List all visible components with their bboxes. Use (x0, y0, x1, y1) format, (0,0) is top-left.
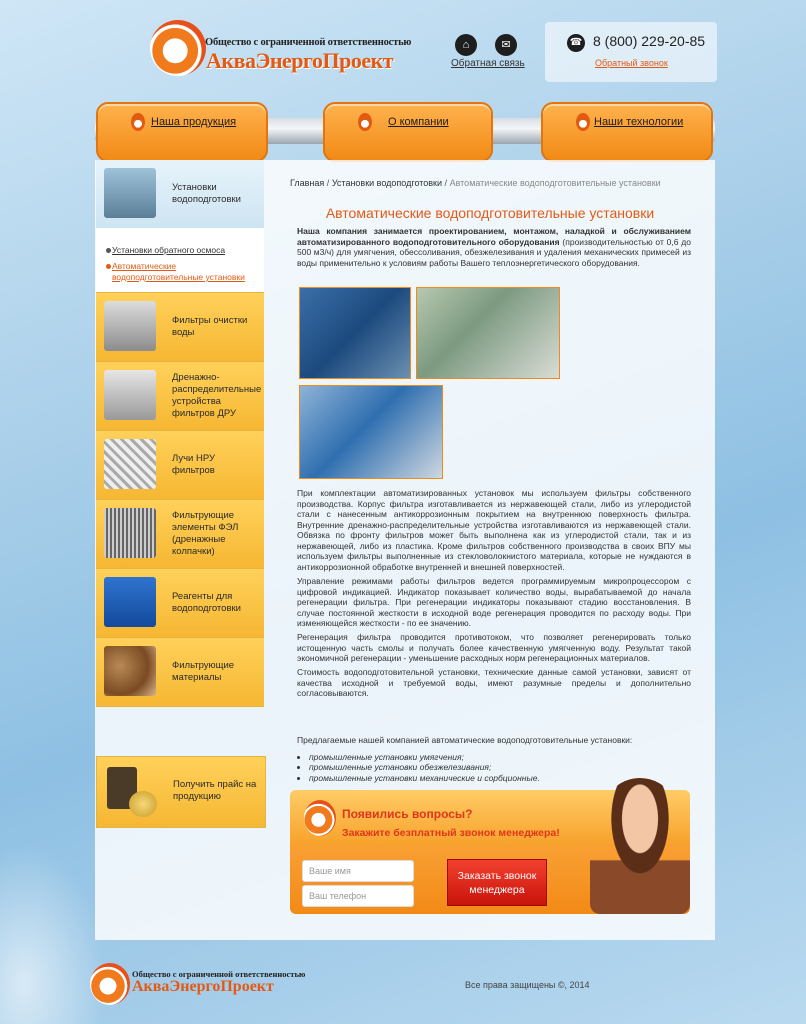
sidebar-item-dru[interactable]: Дренажно-распределительные устройства фи… (96, 362, 264, 431)
nav-about[interactable]: О компании (323, 102, 493, 162)
dru-thumb (104, 370, 156, 420)
drop-icon (358, 113, 372, 131)
sidebar-item-water-treatment[interactable]: Установки водоподготовки (96, 160, 264, 228)
phone-icon: ☎ (567, 34, 585, 52)
sidebar: Установки водоподготовки Установки обрат… (96, 160, 264, 707)
callback-offer: Закажите безплатный звонок менеджера! (342, 827, 560, 839)
paragraph-regeneration: Регенерация фильтра проводится противото… (297, 632, 691, 663)
sidebar-item-label: Дренажно-распределительные устройства фи… (172, 372, 262, 419)
breadcrumb: Главная / Установки водоподготовки / Авт… (290, 178, 661, 188)
feedback-link[interactable]: Обратная связь (451, 58, 525, 69)
sidebar-item-label: Установки водоподготовки (172, 182, 241, 205)
filters-thumb (104, 301, 156, 351)
name-input[interactable]: Ваше имя (302, 860, 414, 882)
photo-installation-3[interactable] (299, 385, 443, 479)
nav-technologies[interactable]: Наши технологии (541, 102, 713, 162)
drop-icon (576, 113, 590, 131)
mail-icon[interactable]: ✉ (495, 34, 517, 56)
nav-about-label[interactable]: О компании (388, 116, 449, 128)
sidebar-item-materials[interactable]: Фильтрующие материалы (96, 638, 264, 707)
photo-installation-1[interactable] (299, 287, 411, 379)
footer-logo-drop-icon (90, 963, 130, 1005)
breadcrumb-separator: / (326, 178, 330, 188)
submenu-reverse-osmosis[interactable]: Установки обратного осмоса (106, 245, 225, 256)
footer-copyright: Все права защищены ©, 2014 (465, 980, 590, 990)
coins-icon (129, 791, 157, 817)
breadcrumb-section[interactable]: Установки водоподготовки (332, 178, 442, 188)
breadcrumb-home[interactable]: Главная (290, 178, 324, 188)
materials-thumb (104, 646, 156, 696)
home-icon[interactable]: ⌂ (455, 34, 477, 56)
phone-input[interactable]: Ваш телефон (302, 885, 414, 907)
logo-drop-icon (150, 20, 206, 76)
company-logo[interactable]: Общество с ограниченной ответственностью… (150, 20, 430, 80)
nru-thumb (104, 439, 156, 489)
footer-logo[interactable]: Общество с ограниченной ответственностью… (90, 963, 330, 1007)
photo-installation-2[interactable] (416, 287, 560, 379)
list-item: промышленные установки обезжелезивания; (309, 762, 691, 773)
drop-icon (131, 113, 145, 131)
paragraph-cost: Стоимость водоподготовительной установки… (297, 667, 691, 698)
callback-question: Появились вопросы? (342, 807, 473, 821)
sidebar-item-reagents[interactable]: Реагенты для водоподготовки (96, 569, 264, 638)
footer-logo-title: АкваЭнергоПроект (132, 978, 274, 995)
price-request-label: Получить прайс на продукцию (173, 779, 257, 802)
nav-products-label[interactable]: Наша продукция (151, 116, 236, 128)
price-request-box[interactable]: Получить прайс на продукцию (96, 756, 266, 828)
sidebar-submenu: Установки обратного осмоса Автоматически… (96, 228, 264, 293)
sidebar-item-label: Фильтрующие элементы ФЭЛ (дренажные колп… (172, 510, 239, 557)
bullet-icon (106, 264, 111, 269)
sidebar-item-label: Реагенты для водоподготовки (172, 591, 241, 614)
phone-number: 8 (800) 229-20-85 (593, 33, 706, 49)
sidebar-item-nru[interactable]: Лучи НРУ фильтров (96, 431, 264, 500)
sidebar-item-label: Лучи НРУ фильтров (172, 453, 216, 476)
bullet-icon (106, 248, 111, 253)
logo-subtitle: Общество с ограниченной ответственностью (205, 37, 412, 48)
reagents-thumb (104, 577, 156, 627)
fel-thumb (104, 508, 156, 558)
page-title: Автоматические водоподготовительные уста… (325, 205, 655, 221)
sidebar-item-label: Фильтрующие материалы (172, 660, 235, 683)
callback-form: Появились вопросы? Закажите безплатный з… (290, 778, 690, 914)
breadcrumb-current: Автоматические водоподготовительные уста… (449, 178, 661, 188)
water-treatment-thumb (104, 168, 156, 218)
submenu-automatic-units[interactable]: Автоматические водоподготовительные уста… (106, 261, 252, 283)
callback-logo-drop-icon (304, 800, 336, 836)
manager-photo (590, 778, 690, 914)
list-item: промышленные установки умягчения; (309, 752, 691, 763)
logo-title: АкваЭнергоПроект (206, 48, 394, 73)
phone-box: ☎ 8 (800) 229-20-85 Обратный звонок (545, 22, 717, 82)
callback-link[interactable]: Обратный звонок (595, 58, 668, 68)
paragraph-filters: При комплектации автоматизированных уста… (297, 488, 691, 572)
nav-products[interactable]: Наша продукция (96, 102, 268, 162)
paragraph-control: Управление режимами работы фильтров веде… (297, 576, 691, 628)
sidebar-item-fel[interactable]: Фильтрующие элементы ФЭЛ (дренажные колп… (96, 500, 264, 569)
intro-paragraph: Наша компания занимается проектированием… (297, 226, 691, 268)
nav-technologies-label[interactable]: Наши технологии (594, 116, 683, 128)
units-list-intro: Предлагаемые нашей компанией автоматичес… (297, 735, 633, 745)
sidebar-item-filters[interactable]: Фильтры очистки воды (96, 293, 264, 362)
breadcrumb-separator: / (444, 178, 448, 188)
units-list: Предлагаемые нашей компанией автоматичес… (297, 735, 691, 783)
sidebar-item-label: Фильтры очистки воды (172, 315, 248, 338)
order-call-button[interactable]: Заказать звонок менеджера (447, 859, 547, 906)
